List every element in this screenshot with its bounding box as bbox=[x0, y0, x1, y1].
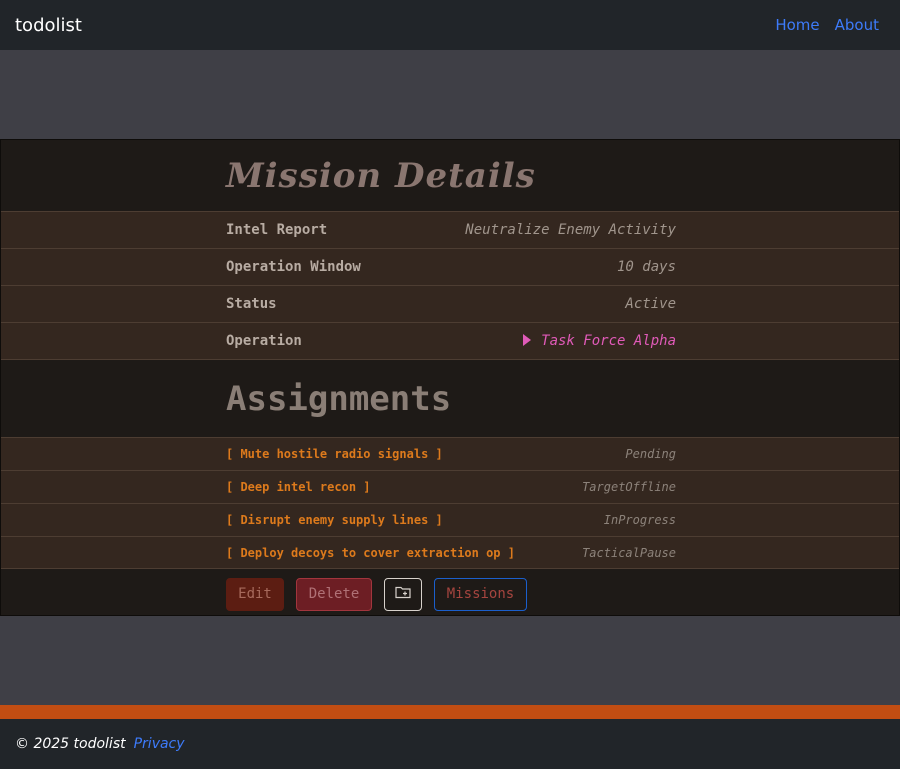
detail-row-operation: Operation Task Force Alpha bbox=[1, 322, 899, 359]
navbar: todolist Home About bbox=[0, 0, 900, 50]
status-value: Active bbox=[625, 296, 676, 312]
footer-accent-stripe bbox=[0, 705, 900, 719]
assignment-status: TacticalPause bbox=[582, 545, 676, 560]
privacy-link[interactable]: Privacy bbox=[134, 736, 185, 752]
nav-links: Home About bbox=[775, 16, 879, 34]
footer: © 2025 todolist Privacy bbox=[0, 719, 900, 769]
operation-link[interactable]: Task Force Alpha bbox=[446, 333, 676, 349]
detail-row-operation-window: Operation Window 10 days bbox=[1, 248, 899, 285]
assignment-row: [ Mute hostile radio signals ] Pending bbox=[1, 437, 899, 470]
assignment-link[interactable]: [ Disrupt enemy supply lines ] bbox=[226, 513, 556, 527]
assignment-status: InProgress bbox=[603, 513, 676, 527]
assignment-row: [ Deep intel recon ] TargetOffline bbox=[1, 470, 899, 503]
mission-card: Mission Details Intel Report Neutralize … bbox=[0, 139, 900, 616]
mission-title: Mission Details bbox=[226, 155, 536, 196]
detail-value: Neutralize Enemy Activity bbox=[465, 222, 676, 238]
assignment-link[interactable]: [ Deploy decoys to cover extraction op ] bbox=[226, 546, 556, 560]
assignments-title: Assignments bbox=[226, 378, 452, 419]
detail-label: Operation bbox=[226, 333, 302, 349]
assignment-link[interactable]: [ Mute hostile radio signals ] bbox=[226, 447, 556, 461]
operation-link-label: Task Force Alpha bbox=[541, 333, 676, 349]
action-buttons: Edit Delete Missions bbox=[1, 569, 899, 619]
assignment-status: Pending bbox=[625, 447, 676, 461]
assignments-heading-row: Assignments bbox=[1, 359, 899, 437]
detail-row-intel-report: Intel Report Neutralize Enemy Activity bbox=[1, 211, 899, 248]
play-icon bbox=[523, 334, 532, 346]
detail-label: Intel Report bbox=[226, 222, 328, 238]
folder-plus-icon bbox=[395, 585, 411, 603]
brand-link[interactable]: todolist bbox=[15, 15, 82, 36]
missions-button[interactable]: Missions bbox=[434, 577, 527, 611]
detail-label: Operation Window bbox=[226, 259, 361, 275]
edit-button[interactable]: Edit bbox=[226, 577, 284, 611]
detail-label: Status bbox=[226, 296, 277, 312]
assignment-status: TargetOffline bbox=[582, 480, 676, 494]
nav-about-link[interactable]: About bbox=[835, 16, 879, 34]
detail-row-status: Status Active bbox=[1, 285, 899, 322]
nav-home-link[interactable]: Home bbox=[775, 16, 819, 34]
detail-value: 10 days bbox=[616, 259, 676, 275]
assignment-row: [ Disrupt enemy supply lines ] InProgres… bbox=[1, 503, 899, 536]
add-to-folder-button[interactable] bbox=[384, 577, 422, 611]
mission-heading-row: Mission Details bbox=[1, 140, 899, 211]
delete-button[interactable]: Delete bbox=[296, 577, 372, 611]
assignment-link[interactable]: [ Deep intel recon ] bbox=[226, 480, 556, 494]
copyright-text: © 2025 todolist bbox=[15, 736, 126, 752]
assignment-row: [ Deploy decoys to cover extraction op ]… bbox=[1, 536, 899, 569]
